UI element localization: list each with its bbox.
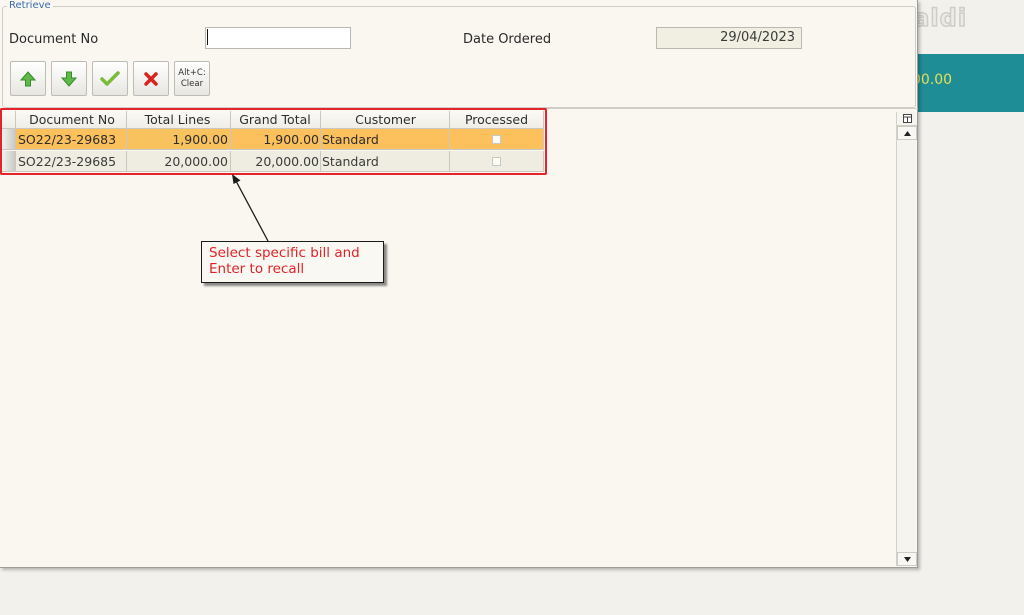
total-amount-text: 00.00 <box>912 72 953 88</box>
annotation-callout: Select specific bill and Enter to recall <box>201 241 384 283</box>
move-down-button[interactable] <box>51 61 87 96</box>
arrow-down-icon <box>61 71 77 87</box>
clear-button[interactable]: Alt+C: Clear <box>174 61 210 96</box>
move-up-button[interactable] <box>10 61 46 96</box>
triangle-down-icon <box>903 556 911 562</box>
text-caret <box>207 29 208 45</box>
selection-highlight-box <box>0 108 547 175</box>
retrieve-group-title: Retrieve <box>7 0 53 11</box>
document-no-input[interactable] <box>205 27 351 49</box>
results-grid-area <box>2 110 896 566</box>
date-ordered-label: Date Ordered <box>463 32 552 47</box>
ok-button[interactable] <box>92 61 128 96</box>
vertical-scrollbar[interactable] <box>896 112 917 566</box>
column-chooser-icon <box>902 114 912 123</box>
column-chooser-button[interactable] <box>897 112 917 126</box>
checkmark-icon <box>100 70 120 86</box>
arrow-up-icon <box>20 70 36 86</box>
scroll-up-button[interactable] <box>897 126 917 140</box>
document-no-label: Document No <box>9 32 99 47</box>
annotation-line-2: Enter to recall <box>209 261 305 277</box>
annotation-line-1: Select specific bill and <box>209 245 360 261</box>
triangle-up-icon <box>903 130 911 136</box>
clear-label: Clear <box>180 78 204 89</box>
close-icon <box>144 71 158 86</box>
cancel-button[interactable] <box>133 61 169 96</box>
scroll-down-button[interactable] <box>897 552 917 566</box>
clear-shortcut: Alt+C: <box>178 67 206 78</box>
date-ordered-field: 29/04/2023 <box>656 27 802 49</box>
retrieve-dialog: Retrieve Document No Date Ordered 29/04/… <box>0 0 918 568</box>
